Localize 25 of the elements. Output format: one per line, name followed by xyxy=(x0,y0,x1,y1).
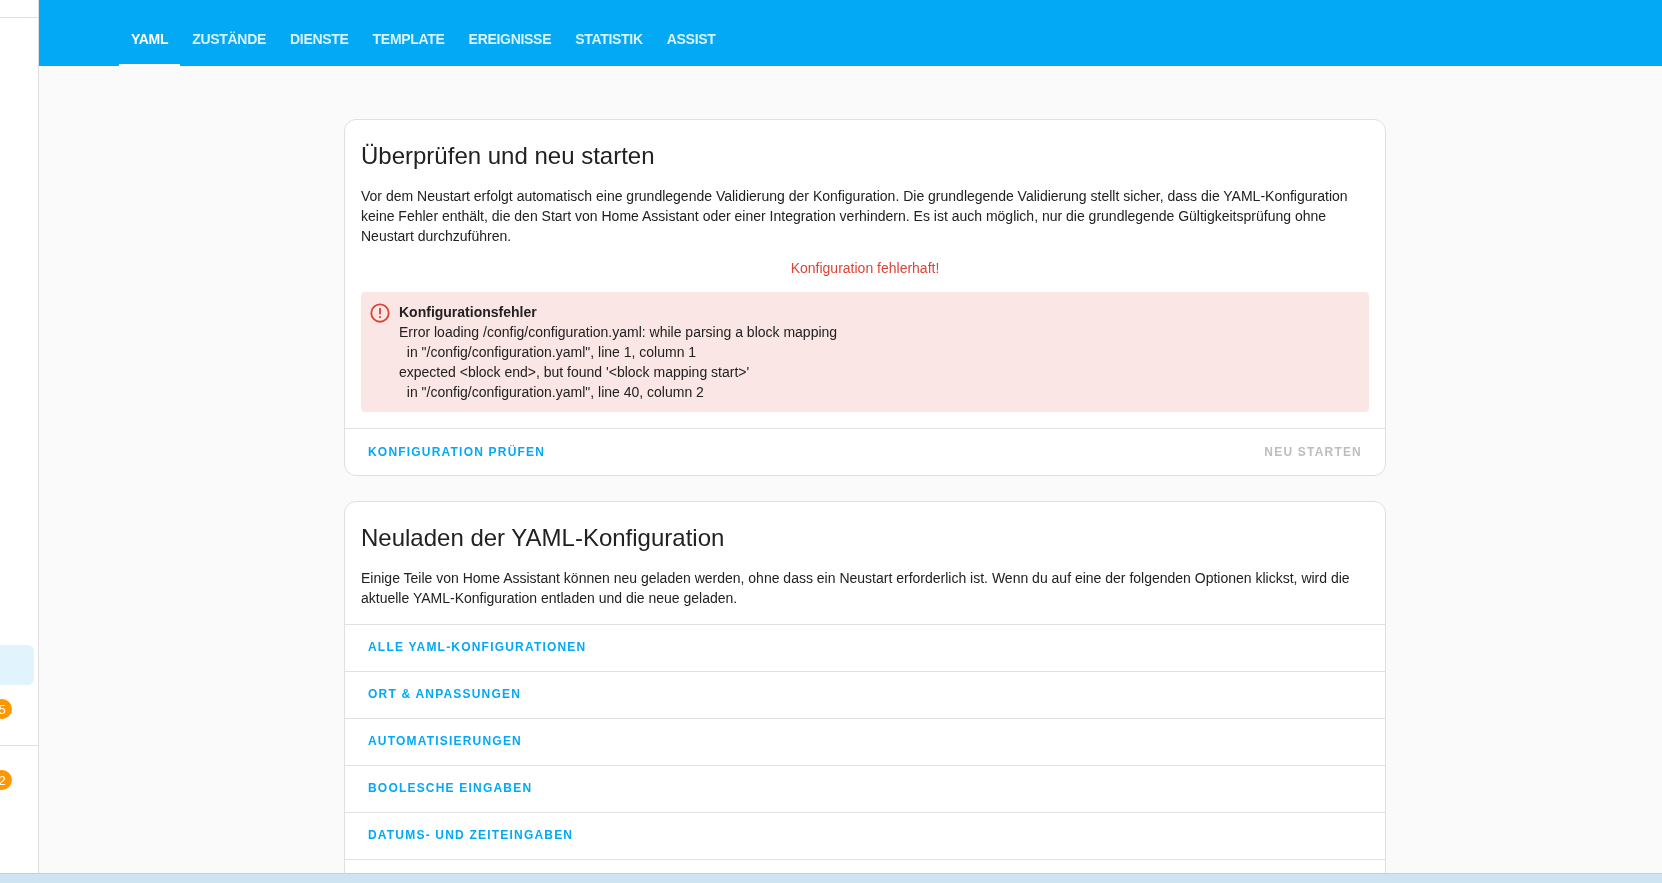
tab[interactable]: ASSIST xyxy=(654,14,728,66)
reload-button[interactable]: ALLE YAML-KONFIGURATIONEN xyxy=(353,630,602,664)
reload-button[interactable]: DATUMS- UND ZEITEINGABEN xyxy=(353,818,589,852)
tab[interactable]: TEMPLATE xyxy=(360,14,457,66)
text-button[interactable]: KONFIGURATION PRÜFEN xyxy=(353,435,561,469)
error-icon xyxy=(369,302,391,324)
alert-title: Konfigurationsfehler xyxy=(399,303,538,322)
tab[interactable]: EREIGNISSE xyxy=(456,14,564,66)
tab[interactable]: STATISTIK xyxy=(563,14,655,66)
tab[interactable]: YAML xyxy=(119,14,181,66)
error-line: expected <block end>, but found '<block mapping start>' xyxy=(399,363,751,382)
card-title: Neuladen der YAML-Konfiguration xyxy=(361,524,726,552)
sidebar-item-highlight[interactable] xyxy=(0,645,34,685)
reload-button[interactable]: ORT & ANPASSUNGEN xyxy=(353,677,537,711)
reload-button[interactable]: AUTOMATISIERUNGEN xyxy=(353,724,537,758)
card-title: Überprüfen und neu starten xyxy=(361,142,656,170)
tab[interactable]: ZUSTÄNDE xyxy=(180,14,278,66)
error-line: in "/config/configuration.yaml", line 1, column 1 xyxy=(405,343,698,362)
description: Einige Teile von Home Assistant können neu geladen werden, ohne dass ein Neustart erforderlich ist. Wenn du auf eine der folgenden Optionen klickst, wird die aktuelle YAML-Konfiguration entladen und die neue geladen. xyxy=(361,569,1351,608)
reload-button[interactable]: BOOLESCHE EINGABEN xyxy=(353,771,548,805)
error-line: Error loading /config/configuration.yaml: while parsing a block mapping xyxy=(399,323,838,342)
description: Vor dem Neustart erfolgt automatisch eine grundlegende Validierung der Konfiguration. Die grundlegende Validierung stellt sicher, dass die YAML-Konfiguration keine Fehler enthält, die den Start von Home Assistant oder einer Integration verhindern. Es ist auch möglich, nur die grundlegende Gültigkeitsprüfung ohne Neustart durchzuführen. xyxy=(361,187,1349,246)
tab[interactable]: DIENSTE xyxy=(278,14,361,66)
error-line: in "/config/configuration.yaml", line 40, column 2 xyxy=(405,383,705,402)
status-message: Konfiguration fehlerhaft! xyxy=(789,260,941,276)
